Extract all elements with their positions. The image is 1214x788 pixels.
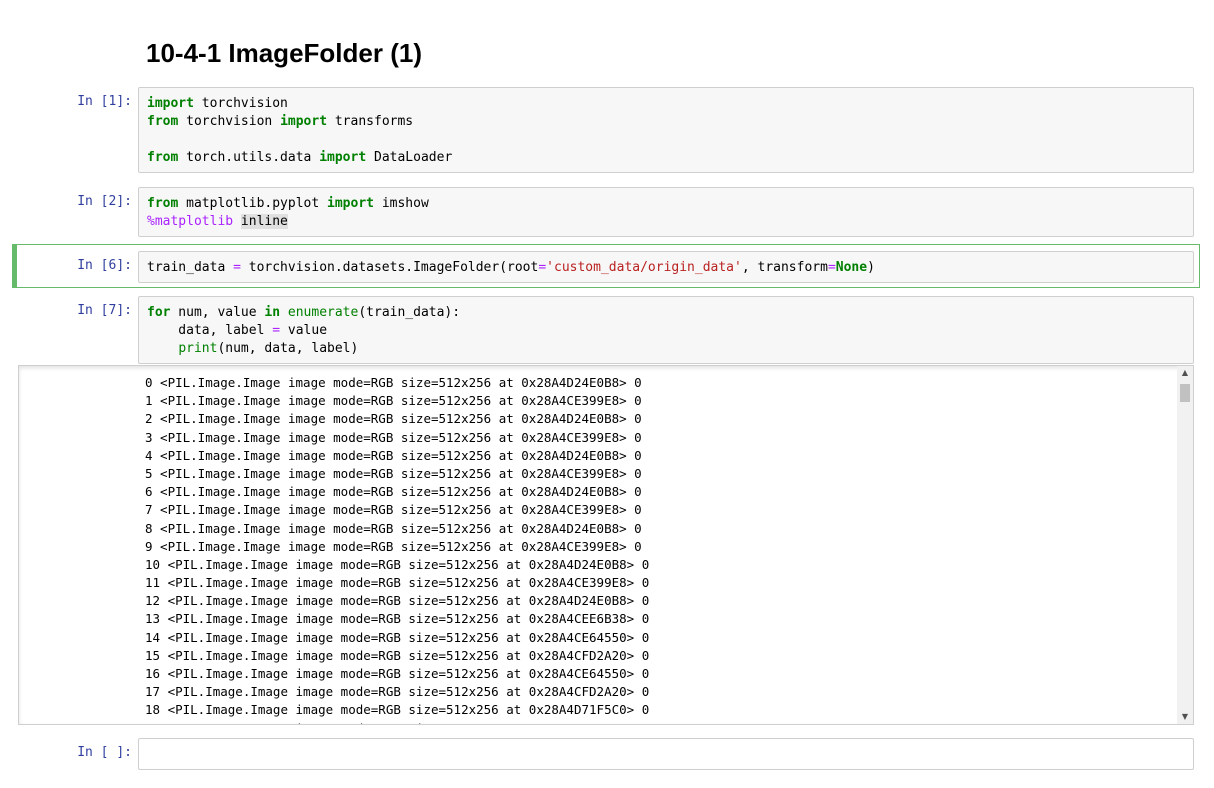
output-line: 10 <PIL.Image.Image image mode=RGB size=… xyxy=(145,556,650,572)
code-token: from xyxy=(147,114,179,129)
code-token: None xyxy=(835,260,868,275)
code-token: in xyxy=(264,305,281,320)
notebook-heading: 10-4-1 ImageFolder (1) xyxy=(146,38,422,68)
code-line: train_data = torchvision.datasets.ImageF… xyxy=(147,259,1185,277)
code-token: 'custom_data/origin_data' xyxy=(546,260,742,275)
code-token: value xyxy=(280,323,328,338)
output-line: 18 <PIL.Image.Image image mode=RGB size=… xyxy=(145,702,650,718)
code-line: from matplotlib.pyplot import imshow xyxy=(147,195,1185,213)
output-line: 0 <PIL.Image.Image image mode=RGB size=5… xyxy=(145,375,642,390)
code-token: for xyxy=(147,305,171,320)
output-line: 13 <PIL.Image.Image image mode=RGB size=… xyxy=(145,611,650,627)
code-token: print xyxy=(178,341,218,356)
output-line: 9 <PIL.Image.Image image mode=RGB size=5… xyxy=(145,538,642,554)
output-line: 2 <PIL.Image.Image image mode=RGB size=5… xyxy=(145,411,642,427)
code-token: DataLoader xyxy=(366,150,453,165)
code-line: from torch.utils.data import DataLoader xyxy=(147,149,1185,167)
cell-prompt: In [ ]: xyxy=(77,745,132,760)
code-line: for num, value in enumerate(train_data): xyxy=(147,304,1185,322)
code-token: torchvision xyxy=(193,96,288,111)
code-token: imshow xyxy=(374,196,429,211)
code-token: import xyxy=(147,96,194,111)
code-cell-1[interactable]: In [1]: import torchvision from torchvisi… xyxy=(12,87,1194,173)
code-token: data, label xyxy=(147,323,273,338)
code-token: %matplotlib xyxy=(147,214,241,229)
output-line: 1 <PIL.Image.Image image mode=RGB size=5… xyxy=(145,393,642,409)
output-line: 7 <PIL.Image.Image image mode=RGB size=5… xyxy=(145,502,642,518)
code-token: torchvision xyxy=(178,114,281,129)
code-token: inline xyxy=(240,214,288,229)
output-line: 8 <PIL.Image.Image image mode=RGB size=5… xyxy=(145,520,642,536)
code-input[interactable]: import torchvision from torchvision impor… xyxy=(138,87,1194,173)
output-line: 4 <PIL.Image.Image image mode=RGB size=5… xyxy=(145,447,642,463)
cell-prompt: In [1]: xyxy=(77,94,132,109)
code-token: from xyxy=(147,150,179,165)
chevron-up-icon[interactable]: ▲ xyxy=(1177,366,1193,380)
code-line: %matplotlib inline xyxy=(147,213,1185,231)
output-line: 3 <PIL.Image.Image image mode=RGB size=5… xyxy=(145,429,642,445)
code-cell-2[interactable]: In [2]: from matplotlib.pyplot import im… xyxy=(12,187,1194,237)
code-token: import xyxy=(319,150,367,165)
code-token: (num, data, label) xyxy=(217,341,359,356)
output-line: 5 <PIL.Image.Image image mode=RGB size=5… xyxy=(145,465,642,481)
code-token: import xyxy=(327,196,374,211)
code-token: from xyxy=(147,196,179,211)
code-token: = xyxy=(538,260,547,275)
code-token: ) xyxy=(867,260,875,275)
output-line: 16 <PIL.Image.Image image mode=RGB size=… xyxy=(145,666,650,681)
code-line: data, label = value xyxy=(147,322,1185,340)
output-line: 17 <PIL.Image.Image image mode=RGB size=… xyxy=(145,684,650,700)
code-token: = xyxy=(827,260,836,275)
code-token: = xyxy=(233,260,241,275)
cell-prompt: In [7]: xyxy=(77,303,132,318)
cell-prompt: In [2]: xyxy=(77,194,132,209)
code-input[interactable]: train_data = torchvision.datasets.ImageF… xyxy=(138,251,1194,283)
output-line: 11 <PIL.Image.Image image mode=RGB size=… xyxy=(145,575,650,591)
code-line: print(num, data, label) xyxy=(147,340,1185,358)
output-line: 14 <PIL.Image.Image image mode=RGB size=… xyxy=(145,629,650,645)
code-token: matplotlib.pyplot xyxy=(178,196,328,211)
code-token: torch.utils.data xyxy=(178,150,320,165)
code-line: from torchvision import transforms xyxy=(147,113,1185,131)
code-token: enumerate xyxy=(287,305,359,320)
code-token: , transform xyxy=(741,260,828,275)
cell-output-area[interactable]: 0 <PIL.Image.Image image mode=RGB size=5… xyxy=(18,365,1194,725)
code-input[interactable]: for num, value in enumerate(train_data):… xyxy=(138,296,1194,364)
scroll-thumb[interactable] xyxy=(1180,384,1190,402)
code-token: (train_data): xyxy=(358,305,461,320)
code-token: num, value xyxy=(170,305,265,320)
code-cell-3[interactable]: In [6]: train_data = torchvision.dataset… xyxy=(12,251,1194,283)
code-token: torchvision.datasets.ImageFolder(root xyxy=(240,260,539,275)
cell-prompt: In [6]: xyxy=(77,258,132,273)
code-line: import torchvision xyxy=(147,95,1185,113)
code-token: train_data xyxy=(147,260,234,275)
output-line: 19 <PIL.Image.Image image mode=RGB size=… xyxy=(145,720,649,724)
output-scrollbar[interactable]: ▲ ▼ xyxy=(1177,366,1193,724)
code-cell-4[interactable]: In [7]: for num, value in enumerate(trai… xyxy=(12,296,1194,364)
output-line: 6 <PIL.Image.Image image mode=RGB size=5… xyxy=(145,484,642,500)
output-line: 12 <PIL.Image.Image image mode=RGB size=… xyxy=(145,593,650,609)
output-line: 15 <PIL.Image.Image image mode=RGB size=… xyxy=(145,647,650,663)
output-text: 0 <PIL.Image.Image image mode=RGB size=5… xyxy=(145,374,650,724)
chevron-down-icon[interactable]: ▼ xyxy=(1177,710,1193,724)
code-token: = xyxy=(272,323,281,338)
code-input[interactable]: from matplotlib.pyplot import imshow %mat… xyxy=(138,187,1194,237)
code-token: transforms xyxy=(327,114,414,129)
code-token: import xyxy=(280,114,328,129)
code-input[interactable] xyxy=(138,738,1194,770)
code-cell-5[interactable]: In [ ]: xyxy=(12,738,1194,770)
